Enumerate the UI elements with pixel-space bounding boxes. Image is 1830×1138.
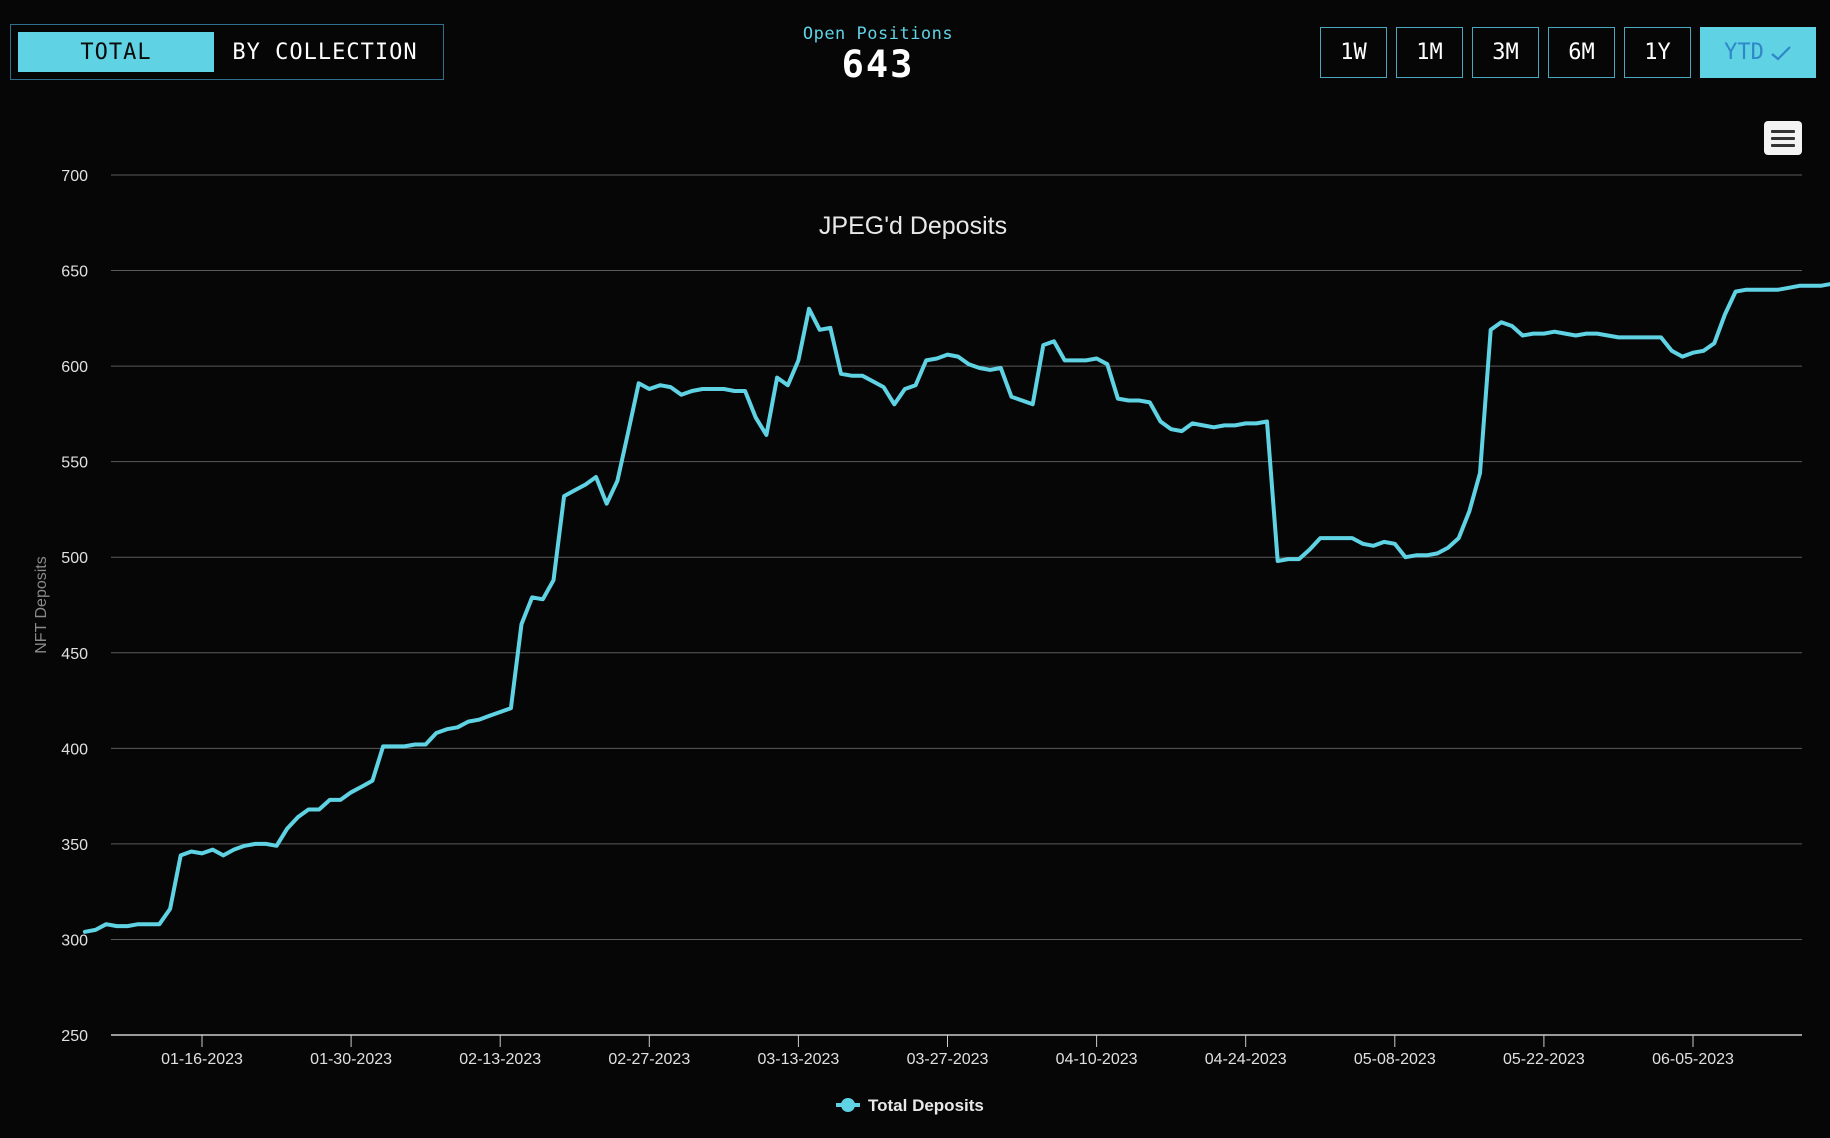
deposits-chart: JPEG'd Deposits 250 300 350 400 450 500 550 600 6… — [0, 100, 1830, 1134]
range-button-label: YTD — [1724, 40, 1764, 65]
y-tick-label: 650 — [61, 264, 88, 281]
time-range-selector: 1W 1M 3M 6M 1Y YTD — [1320, 27, 1816, 78]
open-positions-stat: Open Positions 643 — [760, 24, 996, 86]
x-tick-label: 01-16-2023 — [161, 1051, 243, 1068]
x-tick-label: 04-10-2023 — [1056, 1051, 1138, 1068]
hamburger-menu-icon — [1771, 129, 1795, 133]
hamburger-menu-icon — [1771, 136, 1795, 140]
range-button-label: 1W — [1340, 40, 1367, 65]
series-line-total-deposits — [82, 282, 1830, 934]
range-button-label: 6M — [1568, 40, 1595, 65]
y-tick-label: 350 — [61, 837, 88, 854]
chart-title: JPEG'd Deposits — [819, 212, 1007, 240]
y-tick-label: 700 — [61, 168, 88, 185]
x-tick-label: 03-13-2023 — [757, 1051, 839, 1068]
range-button-ytd[interactable]: YTD — [1700, 27, 1816, 78]
toggle-total-button[interactable]: TOTAL — [18, 32, 214, 72]
circle-marker-icon — [841, 1098, 855, 1112]
view-toggle: TOTAL BY COLLECTION — [10, 24, 444, 80]
x-tick-label: 03-27-2023 — [907, 1051, 989, 1068]
range-button-1y[interactable]: 1Y — [1624, 27, 1691, 78]
y-tick-label: 550 — [61, 455, 88, 472]
range-button-1m[interactable]: 1M — [1396, 27, 1463, 78]
y-tick-label: 500 — [61, 550, 88, 567]
x-tick-label: 01-30-2023 — [310, 1051, 392, 1068]
toggle-by-collection-button[interactable]: BY COLLECTION — [214, 32, 436, 72]
chart-menu-button[interactable] — [1764, 121, 1802, 155]
legend-label: Total Deposits — [868, 1096, 984, 1115]
range-button-label: 1Y — [1644, 40, 1671, 65]
x-tick-label: 04-24-2023 — [1205, 1051, 1287, 1068]
range-button-3m[interactable]: 3M — [1472, 27, 1539, 78]
range-button-1w[interactable]: 1W — [1320, 27, 1387, 78]
x-tick-label: 02-13-2023 — [459, 1051, 541, 1068]
open-positions-label: Open Positions — [802, 24, 954, 44]
range-button-label: 3M — [1492, 40, 1519, 65]
range-button-label: 1M — [1416, 40, 1443, 65]
range-button-6m[interactable]: 6M — [1548, 27, 1615, 78]
x-tick-label: 06-05-2023 — [1652, 1051, 1734, 1068]
x-tick-label: 02-27-2023 — [608, 1051, 690, 1068]
open-positions-value: 643 — [841, 43, 915, 86]
check-icon — [1771, 45, 1791, 60]
y-tick-label: 450 — [61, 646, 88, 663]
y-tick-label: 300 — [61, 932, 88, 949]
y-tick-label: 400 — [61, 741, 88, 758]
hamburger-menu-icon — [1771, 143, 1795, 147]
x-tick-label: 05-22-2023 — [1503, 1051, 1585, 1068]
y-tick-label: 600 — [61, 359, 88, 376]
chart-svg: JPEG'd Deposits 250 300 350 400 450 500 550 600 6… — [33, 168, 1830, 1115]
x-tick-label: 05-08-2023 — [1354, 1051, 1436, 1068]
y-axis-label: NFT Deposits — [33, 556, 50, 654]
y-tick-label: 250 — [61, 1028, 88, 1045]
